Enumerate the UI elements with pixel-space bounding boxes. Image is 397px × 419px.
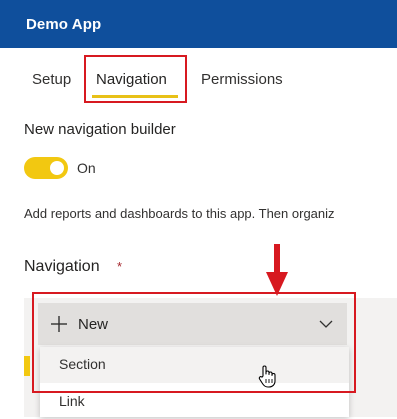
tab-permissions[interactable]: Permissions bbox=[201, 71, 283, 88]
toggle-knob bbox=[50, 161, 64, 175]
menu-item-label: Link bbox=[59, 393, 85, 409]
app-header: Demo App bbox=[0, 0, 397, 48]
tab-setup[interactable]: Setup bbox=[32, 71, 71, 88]
new-button[interactable]: New bbox=[38, 303, 347, 345]
menu-item-link[interactable]: Link bbox=[40, 383, 349, 419]
tab-selected-underline bbox=[92, 95, 178, 98]
app-title: Demo App bbox=[26, 16, 102, 33]
builder-toggle[interactable] bbox=[24, 157, 68, 179]
arrow-down-icon bbox=[266, 244, 288, 296]
toggle-state-label: On bbox=[77, 160, 96, 176]
menu-item-section[interactable]: Section bbox=[40, 347, 349, 383]
plus-icon bbox=[51, 316, 67, 332]
new-button-label: New bbox=[78, 316, 109, 333]
chevron-down-icon bbox=[319, 320, 333, 328]
hand-pointer-icon bbox=[258, 365, 276, 388]
navigation-heading: Navigation bbox=[24, 258, 100, 275]
required-marker: * bbox=[117, 259, 123, 274]
menu-item-label: Section bbox=[59, 356, 106, 372]
description-text: Add reports and dashboards to this app. … bbox=[24, 206, 335, 221]
tab-navigation[interactable]: Navigation bbox=[96, 71, 167, 88]
panel-accent-bar bbox=[24, 356, 30, 376]
new-dropdown-menu: Section Link bbox=[40, 347, 349, 417]
builder-label: New navigation builder bbox=[24, 121, 176, 138]
